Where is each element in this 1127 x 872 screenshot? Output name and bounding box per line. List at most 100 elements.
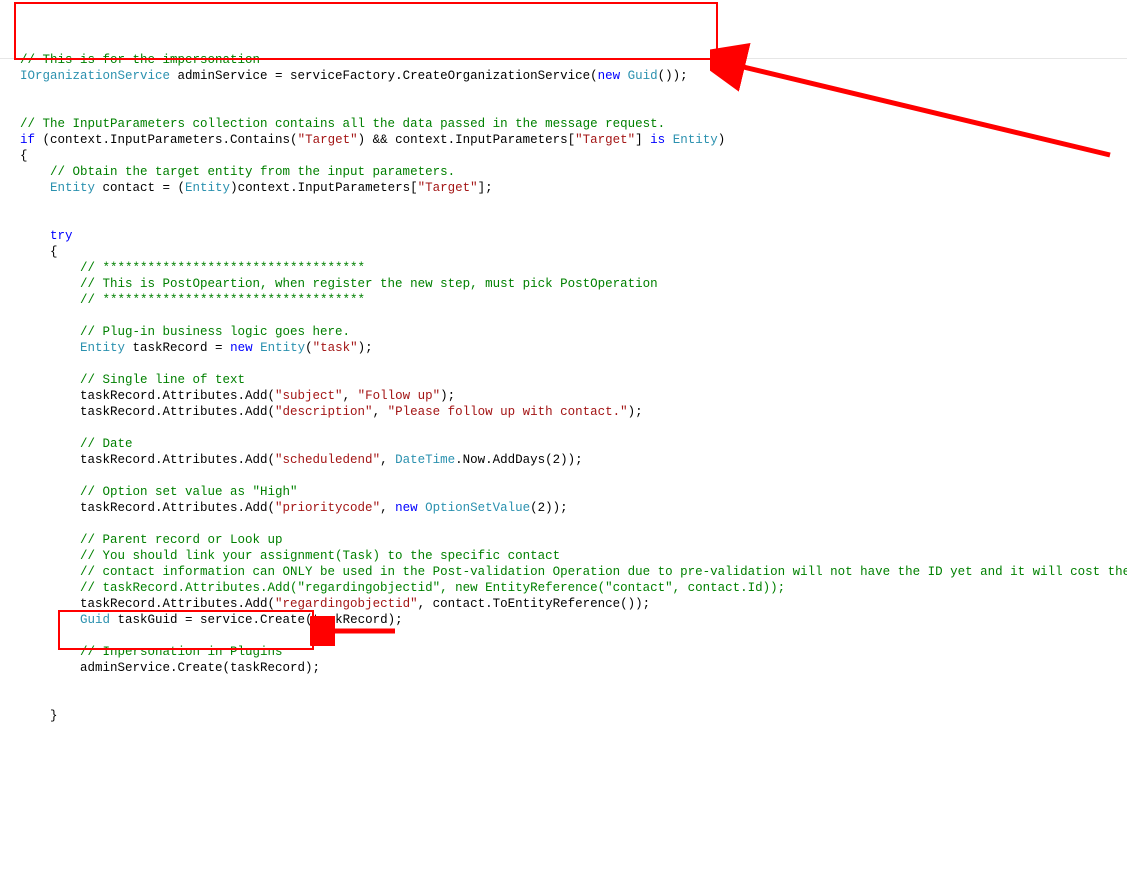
- token-type: Guid: [628, 69, 658, 83]
- token-str: "prioritycode": [275, 501, 380, 515]
- token-comment: // This is PostOpeartion, when register …: [20, 277, 658, 291]
- token-txt: );: [628, 405, 643, 419]
- code-line: [20, 628, 1127, 644]
- token-txt: (: [305, 341, 313, 355]
- code-line: }: [20, 708, 1127, 724]
- code-line: // The InputParameters collection contai…: [20, 116, 1127, 132]
- code-line: taskRecord.Attributes.Add("regardingobje…: [20, 596, 1127, 612]
- token-comment: // The InputParameters collection contai…: [20, 117, 665, 131]
- code-lines: // This is for the impersonationIOrganiz…: [20, 52, 1127, 724]
- code-line: taskRecord.Attributes.Add("scheduledend"…: [20, 452, 1127, 468]
- code-line: // taskRecord.Attributes.Add("regardingo…: [20, 580, 1127, 596]
- token-txt: ,: [373, 405, 388, 419]
- token-type: Entity: [260, 341, 305, 355]
- code-line: // Obtain the target entity from the inp…: [20, 164, 1127, 180]
- token-comment: // You should link your assignment(Task)…: [20, 549, 560, 563]
- code-line: // Inpersonation in Plugins: [20, 644, 1127, 660]
- token-txt: [20, 229, 50, 243]
- token-txt: taskRecord.Attributes.Add(: [20, 405, 275, 419]
- code-line: taskRecord.Attributes.Add("prioritycode"…: [20, 500, 1127, 516]
- token-txt: ,: [343, 389, 358, 403]
- code-line: [20, 212, 1127, 228]
- token-type: OptionSetValue: [425, 501, 530, 515]
- token-txt: }: [20, 709, 58, 723]
- token-comment: // Parent record or Look up: [20, 533, 283, 547]
- token-txt: taskRecord.Attributes.Add(: [20, 389, 275, 403]
- token-kw: if: [20, 133, 35, 147]
- token-str: "Follow up": [358, 389, 441, 403]
- code-line: Entity contact = (Entity)context.InputPa…: [20, 180, 1127, 196]
- token-comment: // Plug-in business logic goes here.: [20, 325, 350, 339]
- token-comment: // contact information can ONLY be used …: [20, 565, 1127, 579]
- code-line: [20, 100, 1127, 116]
- token-txt: adminService.Create(taskRecord);: [20, 661, 320, 675]
- token-type: Entity: [185, 181, 230, 195]
- code-line: // Parent record or Look up: [20, 532, 1127, 548]
- code-line: // ***********************************: [20, 260, 1127, 276]
- token-comment: // Obtain the target entity from the inp…: [20, 165, 455, 179]
- token-txt: );: [358, 341, 373, 355]
- token-txt: .Now.AddDays(2));: [455, 453, 583, 467]
- token-txt: [418, 501, 426, 515]
- token-txt: (context.InputParameters.Contains(: [35, 133, 298, 147]
- code-line: // ***********************************: [20, 292, 1127, 308]
- code-line: IOrganizationService adminService = serv…: [20, 68, 1127, 84]
- token-type: Entity: [50, 181, 95, 195]
- token-txt: {: [20, 149, 28, 163]
- token-txt: ,: [380, 501, 395, 515]
- token-txt: [620, 69, 628, 83]
- code-editor[interactable]: // This is for the impersonationIOrganiz…: [0, 0, 1127, 872]
- token-txt: taskRecord.Attributes.Add(: [20, 597, 275, 611]
- token-str: "Target": [298, 133, 358, 147]
- code-line: Guid taskGuid = service.Create(taskRecor…: [20, 612, 1127, 628]
- token-comment: // Option set value as "High": [20, 485, 298, 499]
- code-line: Entity taskRecord = new Entity("task");: [20, 340, 1127, 356]
- token-kw: new: [230, 341, 253, 355]
- token-str: "scheduledend": [275, 453, 380, 467]
- token-txt: [20, 181, 50, 195]
- token-txt: taskRecord =: [125, 341, 230, 355]
- token-str: "task": [313, 341, 358, 355]
- token-kw: try: [50, 229, 73, 243]
- code-line: [20, 676, 1127, 692]
- token-comment: // Date: [20, 437, 133, 451]
- code-line: [20, 516, 1127, 532]
- code-line: {: [20, 244, 1127, 260]
- code-line: taskRecord.Attributes.Add("description",…: [20, 404, 1127, 420]
- token-str: "regardingobjectid": [275, 597, 418, 611]
- token-txt: [20, 613, 80, 627]
- token-txt: taskRecord.Attributes.Add(: [20, 453, 275, 467]
- code-line: // This is for the impersonation: [20, 52, 1127, 68]
- token-comment: // ***********************************: [20, 293, 365, 307]
- token-type: IOrganizationService: [20, 69, 170, 83]
- token-txt: taskRecord.Attributes.Add(: [20, 501, 275, 515]
- token-txt: [665, 133, 673, 147]
- code-line: [20, 692, 1127, 708]
- token-comment: // This is for the impersonation: [20, 53, 260, 67]
- token-str: "subject": [275, 389, 343, 403]
- token-str: "description": [275, 405, 373, 419]
- token-txt: [253, 341, 261, 355]
- token-txt: contact = (: [95, 181, 185, 195]
- token-comment: // taskRecord.Attributes.Add("regardingo…: [20, 581, 785, 595]
- code-line: // Date: [20, 436, 1127, 452]
- token-txt: ());: [658, 69, 688, 83]
- code-line: [20, 84, 1127, 100]
- token-str: "Target": [575, 133, 635, 147]
- code-line: taskRecord.Attributes.Add("subject", "Fo…: [20, 388, 1127, 404]
- token-type: Guid: [80, 613, 110, 627]
- token-type: DateTime: [395, 453, 455, 467]
- token-kw: is: [650, 133, 665, 147]
- code-line: try: [20, 228, 1127, 244]
- token-type: Entity: [673, 133, 718, 147]
- code-line: [20, 356, 1127, 372]
- token-txt: adminService = serviceFactory.CreateOrga…: [170, 69, 598, 83]
- token-txt: {: [20, 245, 58, 259]
- token-txt: taskGuid = service.Create(taskRecord);: [110, 613, 403, 627]
- token-str: "Target": [418, 181, 478, 195]
- token-txt: , contact.ToEntityReference());: [418, 597, 651, 611]
- code-line: // You should link your assignment(Task)…: [20, 548, 1127, 564]
- code-line: if (context.InputParameters.Contains("Ta…: [20, 132, 1127, 148]
- token-txt: ];: [478, 181, 493, 195]
- code-line: // Plug-in business logic goes here.: [20, 324, 1127, 340]
